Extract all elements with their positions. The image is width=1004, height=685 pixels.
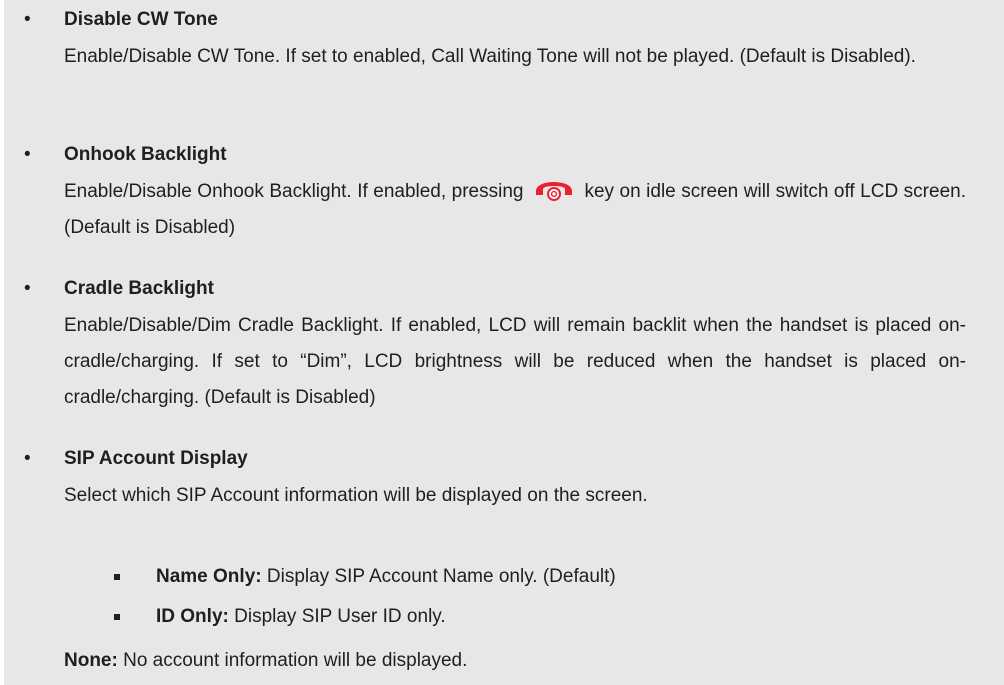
bullet: • xyxy=(24,9,31,30)
setting-description: Enable/Disable Onhook Backlight. If enab… xyxy=(64,174,966,246)
setting-description: Enable/Disable/Dim Cradle Backlight. If … xyxy=(64,315,966,408)
option-text: No account information will be displayed… xyxy=(117,650,468,671)
hang-up-phone-icon xyxy=(535,182,572,201)
setting-title: SIP Account Display xyxy=(64,448,248,469)
setting-description: Enable/Disable CW Tone. If set to enable… xyxy=(64,46,916,67)
square-bullet xyxy=(114,574,120,580)
bullet: • xyxy=(24,448,31,469)
square-bullet xyxy=(114,614,120,620)
setting-title: Disable CW Tone xyxy=(64,9,218,30)
option-id-only: ID Only: Display SIP User ID only. xyxy=(0,597,1004,637)
option-name-only: Name Only: Display SIP Account Name only… xyxy=(0,557,1004,597)
setting-onhook-backlight: • Onhook Backlight Enable/Disable Onhook… xyxy=(0,136,966,246)
setting-cradle-backlight: • Cradle Backlight Enable/Disable/Dim Cr… xyxy=(0,270,966,416)
setting-disable-cw-tone: • Disable CW Tone Enable/Disable CW Tone… xyxy=(0,1,966,75)
bullet: • xyxy=(24,144,31,165)
option-label: ID Only: xyxy=(156,606,229,627)
option-none: None: No account information will be dis… xyxy=(64,643,467,679)
setting-title: Onhook Backlight xyxy=(64,144,227,165)
bullet: • xyxy=(24,278,31,299)
document-page: • Disable CW Tone Enable/Disable CW Tone… xyxy=(0,0,1004,685)
option-text: Display SIP User ID only. xyxy=(228,606,446,627)
sip-display-options: Name Only: Display SIP Account Name only… xyxy=(0,557,1004,637)
option-text: Display SIP Account Name only. (Default) xyxy=(261,566,616,587)
option-label: Name Only: xyxy=(156,566,262,587)
setting-title: Cradle Backlight xyxy=(64,278,214,299)
setting-description: Select which SIP Account information wil… xyxy=(64,485,648,506)
option-label: None: xyxy=(64,650,118,671)
description-before-icon: Enable/Disable Onhook Backlight. If enab… xyxy=(64,181,524,202)
setting-sip-account-display: • SIP Account Display Select which SIP A… xyxy=(0,440,966,514)
